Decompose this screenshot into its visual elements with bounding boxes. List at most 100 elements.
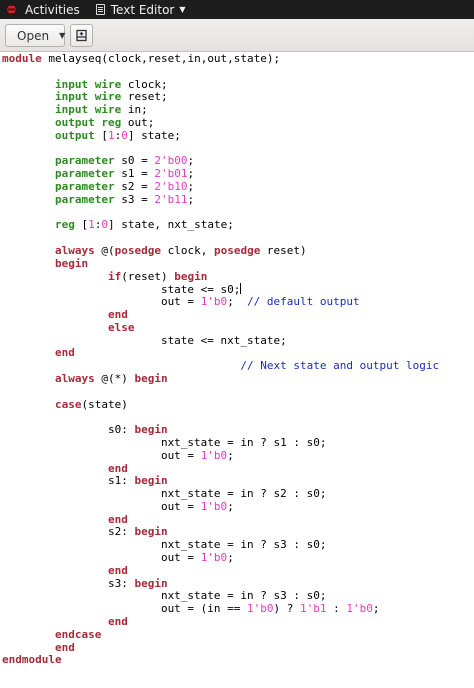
- code-token: end: [107, 563, 128, 577]
- chevron-down-icon: ▼: [59, 31, 66, 40]
- code-token: end: [107, 307, 128, 321]
- code-token: nxt_state = in ? s1 : s0;: [2, 435, 327, 449]
- code-token: nxt_state = in ? s3 : s0;: [2, 538, 327, 552]
- code-token: out = (in ==: [2, 602, 248, 616]
- code-token: begin: [174, 269, 208, 283]
- code-token: case: [54, 397, 82, 411]
- code-token: begin: [134, 423, 168, 437]
- code-token: parameter: [54, 167, 115, 181]
- fedora-logo-icon[interactable]: [6, 4, 17, 15]
- code-token: ) ?: [273, 602, 301, 616]
- code-token: 1'b0: [200, 551, 228, 565]
- code-token: clock,: [160, 243, 214, 257]
- code-token: clock;: [121, 77, 168, 91]
- code-token: s0 =: [114, 154, 155, 168]
- code-token: endmodule: [2, 653, 62, 667]
- new-document-button[interactable]: [70, 24, 93, 47]
- code-token: if: [107, 269, 122, 283]
- code-token: nxt_state = in ? s2 : s0;: [2, 487, 327, 501]
- code-line: endmodule: [2, 654, 439, 667]
- code-token: reg: [54, 218, 75, 232]
- code-token: posedge: [114, 243, 161, 257]
- code-token: 0: [121, 128, 128, 142]
- code-token: ;: [227, 295, 248, 309]
- code-token: (reset): [121, 269, 175, 283]
- code-token: out =: [2, 448, 201, 462]
- code-token: @(*): [94, 371, 135, 385]
- code-token: end: [54, 640, 75, 654]
- code-token: ;: [372, 602, 380, 616]
- code-token: 2'b00: [154, 154, 188, 168]
- code-token: always: [54, 371, 95, 385]
- code-line: always @(*) begin: [2, 371, 439, 386]
- code-token: begin: [134, 576, 168, 590]
- code-token: end: [107, 461, 128, 475]
- code-token: ;: [227, 551, 234, 565]
- code-token: 1'b0: [346, 602, 373, 616]
- code-token: 2'b01: [154, 167, 188, 181]
- code-token: parameter: [54, 154, 115, 168]
- activities-button[interactable]: Activities: [25, 3, 80, 17]
- code-line: module melayseq(clock,reset,in,out,state…: [2, 52, 439, 66]
- code-token: [: [74, 218, 89, 232]
- code-token: ;: [187, 179, 195, 193]
- text-editor-icon: [95, 4, 105, 15]
- code-token: reset;: [121, 90, 168, 104]
- code-token: s3 =: [114, 192, 155, 206]
- code-token: melayseq(clock,reset,in,out,state);: [41, 52, 281, 65]
- code-editor[interactable]: module melayseq(clock,reset,in,out,state…: [0, 52, 474, 688]
- code-token: input wire: [54, 90, 122, 104]
- code-token: nxt_state = in ? s3 : s0;: [2, 589, 327, 603]
- new-document-icon: [76, 29, 87, 42]
- code-token: output: [54, 128, 95, 142]
- code-token: begin: [134, 371, 168, 385]
- code-token: s2:: [2, 525, 135, 539]
- code-token: else: [107, 320, 135, 334]
- header-bar: Open ▼: [0, 19, 474, 52]
- code-token: endcase: [54, 627, 102, 641]
- code-text[interactable]: module melayseq(clock,reset,in,out,state…: [2, 52, 440, 667]
- code-token: begin: [54, 256, 89, 270]
- code-line: case(state): [2, 397, 439, 412]
- code-token: ;: [187, 154, 195, 168]
- app-menu-button[interactable]: Text Editor ▼: [95, 2, 186, 17]
- app-name-label: Text Editor: [110, 2, 175, 17]
- code-token: begin: [134, 474, 168, 488]
- code-token: ] state;: [127, 128, 181, 142]
- top-bar: Activities Text Editor ▼: [0, 0, 474, 19]
- open-button[interactable]: Open ▼: [5, 24, 65, 47]
- code-token: 1: [107, 128, 115, 142]
- code-token: input wire: [54, 103, 122, 117]
- code-token: 0: [101, 218, 108, 232]
- code-token: 1: [88, 218, 95, 232]
- code-token: ;: [187, 167, 195, 181]
- code-token: parameter: [54, 179, 115, 193]
- code-token: // Next state and output logic: [240, 359, 440, 373]
- code-token: 1'b0: [200, 295, 228, 309]
- code-token: 1'b0: [200, 448, 228, 462]
- code-token: out =: [2, 295, 201, 309]
- code-token: 2'b11: [154, 192, 188, 206]
- code-token: posedge: [213, 243, 261, 257]
- code-line: parameter s3 = 2'b11;: [2, 192, 439, 207]
- code-token: s1 =: [114, 167, 155, 181]
